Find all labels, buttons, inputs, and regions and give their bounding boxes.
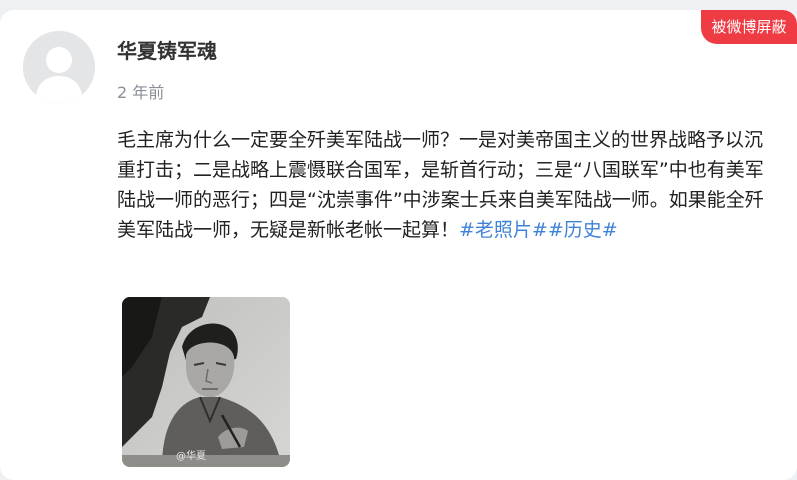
post-photo[interactable]: @华夏 [122,297,290,467]
hashtag-history[interactable]: #历史# [548,219,618,241]
avatar[interactable] [23,31,95,103]
default-user-icon [23,31,95,103]
post-time: 2 年前 [117,83,165,102]
weibo-post-card: 被微博屏蔽 华夏铸军魂 2 年前 毛主席为什么一定要全歼美军陆战一师？一是对美帝… [0,10,797,480]
image-watermark: @华夏 [176,451,206,462]
author-name[interactable]: 华夏铸军魂 [117,35,217,64]
post-body: 毛主席为什么一定要全歼美军陆战一师？一是对美帝国主义的世界战略予以沉重打击；二是… [117,129,764,241]
historical-portrait-image [122,297,290,467]
hashtag-old-photos[interactable]: #老照片# [459,219,548,241]
blocked-by-weibo-badge: 被微博屏蔽 [701,10,797,44]
post-text: 毛主席为什么一定要全歼美军陆战一师？一是对美帝国主义的世界战略予以沉重打击；二是… [117,125,767,245]
